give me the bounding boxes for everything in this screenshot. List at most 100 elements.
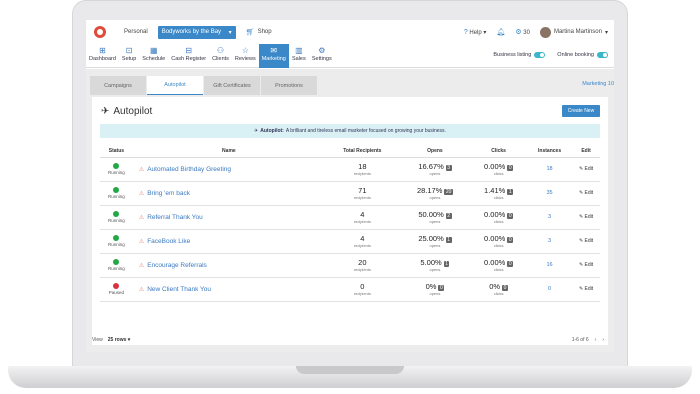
nav-item-label: Settings [311,56,332,62]
campaign-name-link[interactable]: FaceBook Like [147,238,190,245]
toggle-switch[interactable] [534,52,546,58]
page-title-text: Autopilot [113,106,153,117]
help-label: Help [469,29,482,36]
table-row[interactable]: Running ⚠︎ FaceBook Like 4 recipients 25.00% 1… [100,229,600,254]
instances-link[interactable]: 3 [548,238,551,244]
edit-button[interactable]: ✎ Edit [579,262,593,268]
airplane-icon: ✈ [254,128,259,134]
create-new-button[interactable]: Create New [562,105,600,117]
marketing-icon: ✉ [270,46,278,55]
nav-item-reviews[interactable]: ☆ Reviews [232,44,259,68]
nav-item-marketing[interactable]: ✉ Marketing [258,44,289,68]
status-indicator: Running [100,259,133,271]
notification-count[interactable]: ⚙ 30 [515,28,530,36]
tab-promotions[interactable]: Promotions [261,76,317,95]
instances-link[interactable]: 3 [548,214,551,220]
nav-item-label: Setup [121,56,137,62]
tab-gift-certificates[interactable]: Gift Certificates [204,76,260,95]
campaign-name-cell[interactable]: ⚠︎ Bring 'em back [132,181,325,206]
table-row[interactable]: Running ⚠︎ Bring 'em back 71 recipients 28.17… [100,181,600,206]
campaign-name-link[interactable]: Bring 'em back [147,190,190,197]
opens-percent: 16.67% [418,162,444,171]
nav-item-schedule[interactable]: ▦ Schedule [139,44,168,68]
business-listing-toggle[interactable]: Business listing [493,52,546,58]
toggle-switch[interactable] [597,52,608,58]
table-row[interactable]: Running ⚠︎ Referral Thank You 4 recipients 50… [100,205,600,230]
tab-campaigns[interactable]: Campaigns [90,76,146,95]
dashboard-icon: ⊞ [99,46,106,55]
campaign-name-cell[interactable]: ⚠︎ New Client Thank You [132,277,325,302]
business-listing-label: Business listing [493,52,532,58]
table-row[interactable]: Running ⚠︎ Automated Birthday Greeting 18 re… [100,157,600,182]
campaign-name-cell[interactable]: ⚠︎ Encourage Referrals [132,253,325,278]
nav-item-label: Clients [212,56,229,62]
avatar [539,26,551,38]
nav-item-clients[interactable]: ⚇ Clients [209,44,232,68]
instances-link[interactable]: 16 [547,262,553,268]
status-indicator: Running [100,163,133,175]
personal-link[interactable]: Personal [124,29,148,35]
help-menu[interactable]: ? Help ▾ [464,29,487,36]
clicks-percent: 0% [489,282,501,291]
instances-link[interactable]: 0 [548,286,551,292]
nav-item-label: Sales [291,56,306,62]
nav-item-dashboard[interactable]: ⊞ Dashboard [86,44,119,68]
user-menu[interactable]: Martina Martinson ▾ [539,26,608,38]
opens-value-row: 50.00% 2 [400,210,470,219]
campaign-name-link[interactable]: Automated Birthday Greeting [147,166,231,173]
rows-per-page-select[interactable]: 25 rows ▾ [108,337,131,343]
nav-item-cash-register[interactable]: ⊟ Cash Register [168,44,209,68]
clicks-label: clicks [493,291,504,296]
opens-value-row: 28.17% 20 [400,186,470,195]
page-range: 1-6 of 6 [571,337,589,343]
chevron-left-icon[interactable]: ‹ [595,337,597,343]
table-row[interactable]: Running ⚠︎ Encourage Referrals 20 recipients… [100,253,600,278]
edit-cell: ✎ Edit [572,253,600,278]
user-name: Martina Martinson [553,29,602,35]
clicks-cell: 0% 0 clicks [470,277,527,302]
marketing-link[interactable]: Marketing 10 [582,81,614,87]
chevron-right-icon[interactable]: › [602,337,604,343]
online-booking-toggle[interactable]: Online booking [557,52,608,58]
campaign-name-cell[interactable]: ⚠︎ FaceBook Like [132,229,325,254]
nav-item-setup[interactable]: ⊡ Setup [119,44,139,68]
clicks-value-row: 0.00% 0 [470,210,527,219]
clicks-count-badge: 0 [507,261,514,267]
nav-item-sales[interactable]: ▥ Sales [289,44,309,68]
edit-cell: ✎ Edit [572,229,600,254]
opens-cell: 0% 0 opens [399,277,471,302]
status-label: Running [108,218,125,223]
instances-link[interactable]: 18 [547,166,553,172]
laptop-notch [296,366,404,374]
column-header: Opens [399,145,471,158]
status-label: Running [108,194,125,199]
edit-button[interactable]: ✎ Edit [579,214,593,220]
campaign-name-cell[interactable]: ⚠︎ Automated Birthday Greeting [132,157,325,182]
table-row[interactable]: Paused ⚠︎ New Client Thank You 0 recipients 0… [100,277,600,302]
edit-button[interactable]: ✎ Edit [579,190,593,196]
bell-icon[interactable]: 🔔︎ [496,28,505,36]
status-label: Paused [108,290,125,295]
content-area: Campaigns Autopilot Gift Certificates Promo… [86,69,614,352]
info-banner: ✈ Autopilot: A brilliant and tireless em… [100,124,600,138]
recipients-value: 18 [358,162,367,171]
edit-button[interactable]: ✎ Edit [579,166,593,172]
campaign-name-link[interactable]: Referral Thank You [147,214,203,221]
status-label: Running [108,170,125,175]
status-dot-icon [113,163,120,169]
instances-link[interactable]: 35 [547,190,553,196]
edit-button[interactable]: ✎ Edit [579,286,593,292]
tab-autopilot[interactable]: Autopilot [147,76,203,95]
status-cell: Running [100,205,133,230]
brand-logo[interactable] [94,26,106,38]
business-selector[interactable]: Bodyworks by the Bay ▾ [157,25,236,39]
nav-item-settings[interactable]: ⚙ Settings [309,44,335,68]
opens-value-row: 0% 0 [400,282,470,291]
clicks-count-badge: 0 [507,213,514,219]
edit-label: Edit [584,238,594,244]
edit-button[interactable]: ✎ Edit [579,238,593,244]
campaign-name-cell[interactable]: ⚠︎ Referral Thank You [132,205,325,230]
shop-link[interactable]: 🛒︎ Shop [246,28,272,36]
campaign-name-link[interactable]: New Client Thank You [147,286,211,293]
campaign-name-link[interactable]: Encourage Referrals [147,262,207,269]
